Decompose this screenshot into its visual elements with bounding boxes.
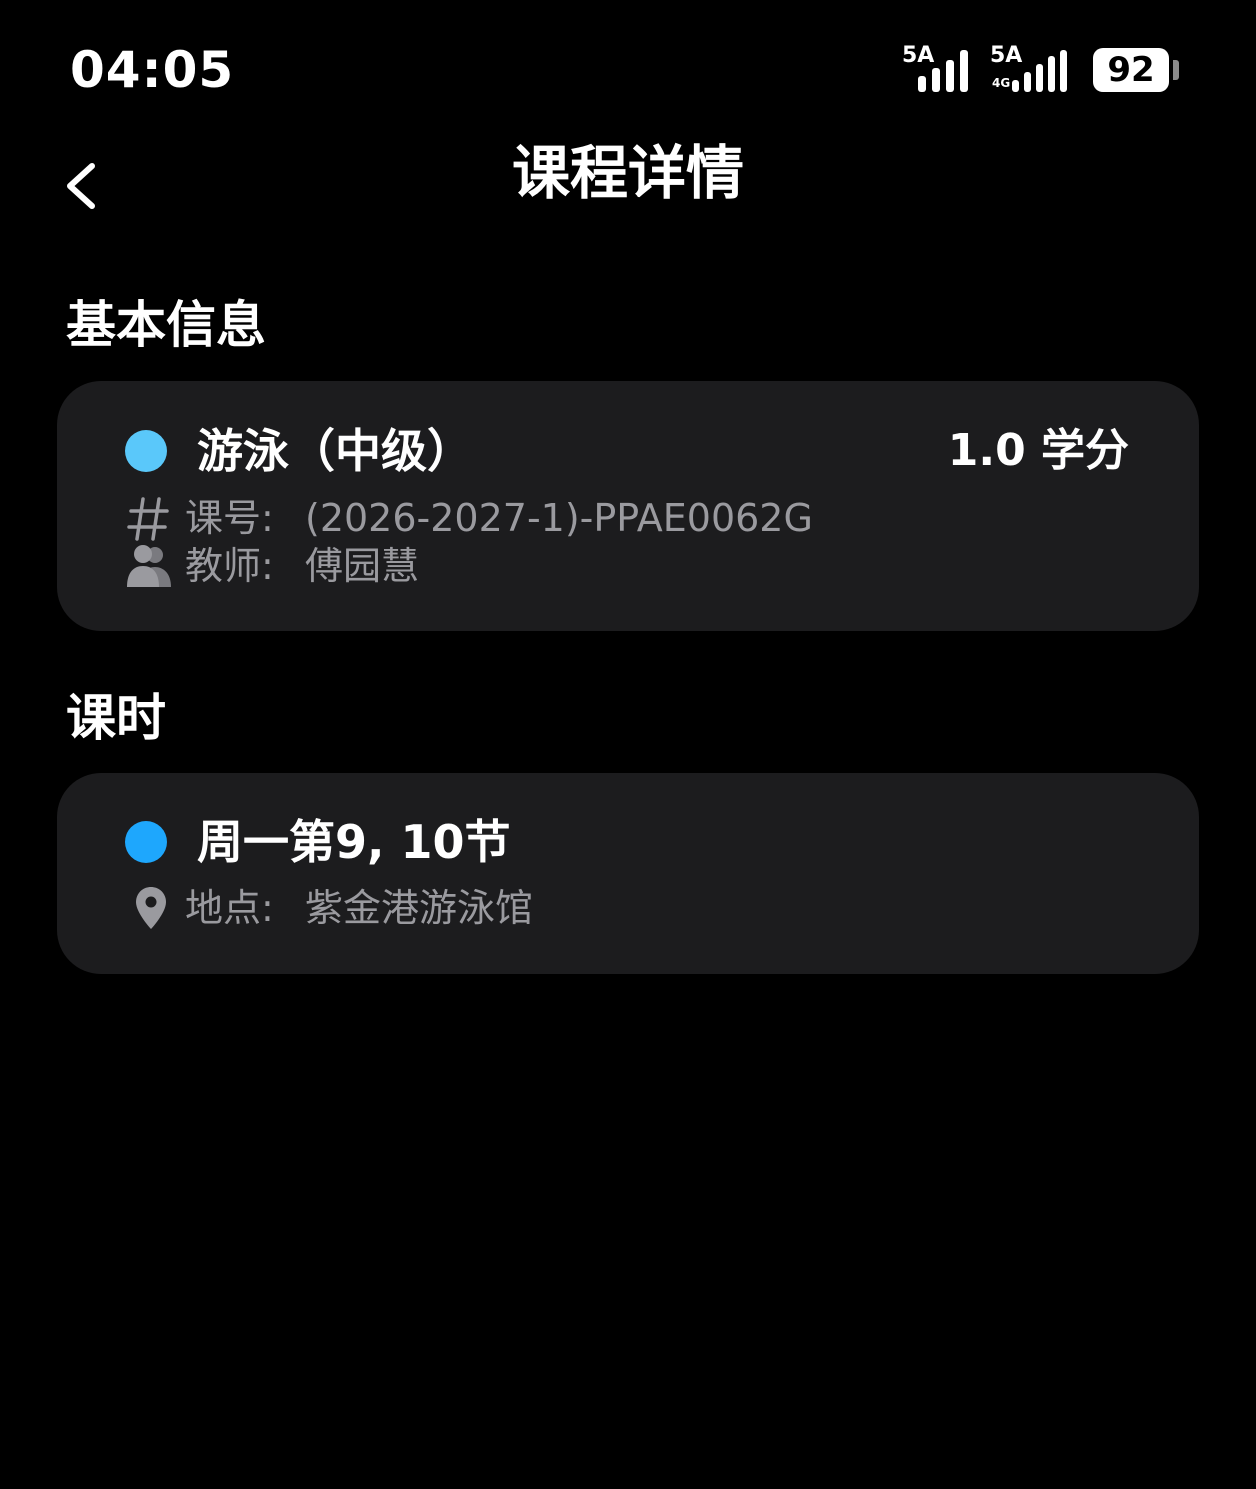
teacher-row: 教师: 傅园慧 <box>125 541 1125 591</box>
section-heading-basic-info: 基本信息 <box>66 296 266 354</box>
schedule-color-dot <box>125 821 167 863</box>
schedule-time-slot: 周一第9, 10节 <box>197 815 511 869</box>
cellular-signal-2-icon: 5A 4G <box>990 44 1070 94</box>
section-heading-schedule: 课时 <box>66 689 166 747</box>
battery-icon: 92 <box>1093 48 1169 92</box>
location-pin-icon <box>136 887 166 929</box>
signal-bars-1-icon <box>918 50 968 92</box>
teacher-value: 傅园慧 <box>305 544 420 588</box>
location-row: 地点: 紫金港游泳馆 <box>125 883 1125 933</box>
course-info-card: 游泳（中级） 1.0 学分 课号: (2026-2027-1)-PPAE0062… <box>57 381 1199 631</box>
page-title: 课程详情 <box>511 139 744 207</box>
teacher-label: 教师: <box>185 544 274 588</box>
status-bar: 04:05 5A 5A 4G 92 <box>0 0 1256 130</box>
course-code-row: 课号: (2026-2027-1)-PPAE0062G <box>125 493 1125 543</box>
signal-2-sublabel: 4G <box>992 76 1011 90</box>
location-label: 地点: <box>185 886 274 930</box>
battery-tip <box>1173 60 1179 80</box>
nav-bar: 课程详情 <box>0 130 1256 240</box>
course-color-dot <box>125 430 167 472</box>
people-icon <box>127 545 171 587</box>
cellular-signal-1-icon: 5A <box>902 44 982 94</box>
course-code-label: 课号: <box>185 496 274 540</box>
course-credits: 1.0 学分 <box>947 425 1129 476</box>
hash-icon <box>127 497 169 541</box>
signal-bars-2-icon <box>1012 50 1067 92</box>
battery-level: 92 <box>1107 50 1155 90</box>
status-time: 04:05 <box>70 41 235 99</box>
course-code-value: (2026-2027-1)-PPAE0062G <box>305 496 813 540</box>
location-value: 紫金港游泳馆 <box>305 886 534 930</box>
schedule-card: 周一第9, 10节 地点: 紫金港游泳馆 <box>57 773 1199 974</box>
course-name: 游泳（中级） <box>197 424 473 478</box>
